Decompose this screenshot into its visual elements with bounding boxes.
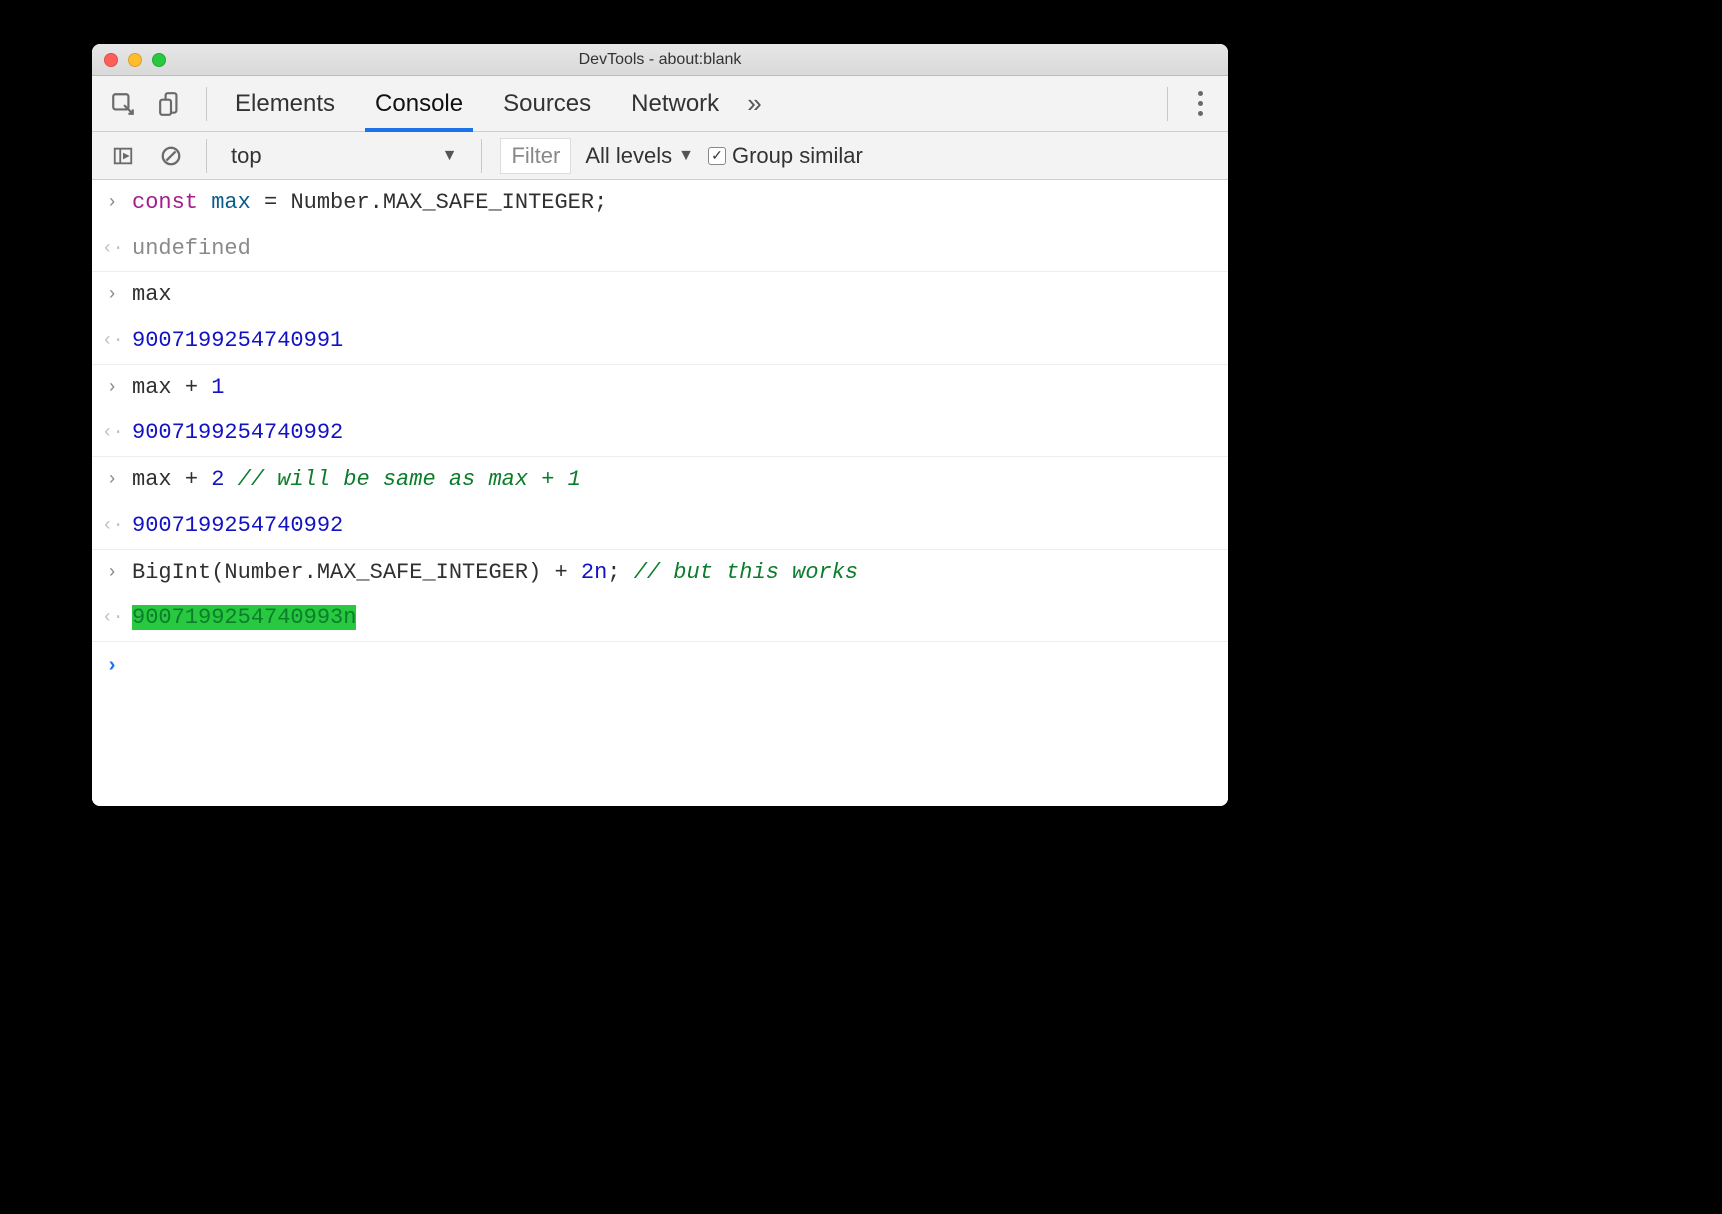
console-prompt[interactable]: › bbox=[92, 642, 1228, 688]
console-input-row: › max + 2 // will be same as max + 1 bbox=[92, 457, 1228, 503]
console-input-row: › const max = Number.MAX_SAFE_INTEGER; bbox=[92, 180, 1228, 226]
input-arrow-icon: › bbox=[102, 558, 122, 585]
output-arrow-icon: ‹· bbox=[102, 511, 122, 538]
input-arrow-icon: › bbox=[102, 188, 122, 215]
input-arrow-icon: › bbox=[102, 280, 122, 307]
group-similar-label: Group similar bbox=[732, 143, 863, 169]
clear-console-icon[interactable] bbox=[154, 139, 188, 173]
close-window-button[interactable] bbox=[104, 53, 118, 67]
console-output-row: ‹· 9007199254740991 bbox=[92, 318, 1228, 365]
settings-menu-icon[interactable] bbox=[1186, 91, 1214, 116]
titlebar: DevTools - about:blank bbox=[92, 44, 1228, 76]
code-content: BigInt(Number.MAX_SAFE_INTEGER) + 2n; //… bbox=[132, 558, 858, 588]
output-arrow-icon: ‹· bbox=[102, 603, 122, 630]
input-arrow-icon: › bbox=[102, 465, 122, 492]
separator bbox=[206, 87, 207, 121]
zoom-window-button[interactable] bbox=[152, 53, 166, 67]
inspect-element-icon[interactable] bbox=[106, 87, 140, 121]
separator bbox=[1167, 87, 1168, 121]
code-content: max + 1 bbox=[132, 373, 224, 403]
prompt-arrow-icon: › bbox=[102, 650, 122, 680]
checkbox-icon: ✓ bbox=[708, 147, 726, 165]
toggle-drawer-icon[interactable] bbox=[106, 139, 140, 173]
code-content: 9007199254740992 bbox=[132, 511, 343, 541]
tab-network[interactable]: Network bbox=[627, 76, 723, 131]
console-output-row: ‹· 9007199254740992 bbox=[92, 503, 1228, 550]
chevron-down-icon: ▼ bbox=[442, 147, 458, 165]
code-content: 9007199254740991 bbox=[132, 326, 343, 356]
filter-input[interactable]: Filter bbox=[500, 138, 571, 174]
console-messages[interactable]: › const max = Number.MAX_SAFE_INTEGER; ‹· u… bbox=[92, 180, 1228, 806]
device-toolbar-icon[interactable] bbox=[154, 87, 188, 121]
console-output-row: ‹· 9007199254740993n bbox=[92, 595, 1228, 642]
output-arrow-icon: ‹· bbox=[102, 234, 122, 261]
context-selector[interactable]: top ▼ bbox=[225, 139, 463, 173]
separator bbox=[206, 139, 207, 173]
output-arrow-icon: ‹· bbox=[102, 326, 122, 353]
separator bbox=[481, 139, 482, 173]
tab-elements[interactable]: Elements bbox=[231, 76, 339, 131]
input-arrow-icon: › bbox=[102, 373, 122, 400]
code-content: max + 2 // will be same as max + 1 bbox=[132, 465, 581, 495]
minimize-window-button[interactable] bbox=[128, 53, 142, 67]
code-content: undefined bbox=[132, 234, 251, 264]
code-content: 9007199254740992 bbox=[132, 418, 343, 448]
console-input-row: › BigInt(Number.MAX_SAFE_INTEGER) + 2n; /… bbox=[92, 550, 1228, 596]
log-levels-label: All levels bbox=[585, 143, 672, 169]
devtools-window: DevTools - about:blank Elements Console So… bbox=[92, 44, 1228, 806]
tab-console[interactable]: Console bbox=[371, 76, 467, 131]
log-levels-selector[interactable]: All levels ▼ bbox=[585, 143, 694, 169]
console-input-row: › max + 1 bbox=[92, 365, 1228, 411]
context-label: top bbox=[231, 143, 262, 169]
traffic-lights bbox=[104, 53, 166, 67]
window-title: DevTools - about:blank bbox=[92, 51, 1228, 69]
code-content: 9007199254740993n bbox=[132, 603, 356, 633]
code-content: max bbox=[132, 280, 172, 310]
tab-sources[interactable]: Sources bbox=[499, 76, 595, 131]
code-content: const max = Number.MAX_SAFE_INTEGER; bbox=[132, 188, 607, 218]
group-similar-toggle[interactable]: ✓ Group similar bbox=[708, 143, 863, 169]
console-output-row: ‹· 9007199254740992 bbox=[92, 410, 1228, 457]
console-toolbar: top ▼ Filter All levels ▼ ✓ Group simila… bbox=[92, 132, 1228, 180]
panel-tabs: Elements Console Sources Network bbox=[231, 76, 723, 131]
console-input-row: › max bbox=[92, 272, 1228, 318]
more-tabs-icon[interactable]: » bbox=[737, 88, 769, 119]
console-output-row: ‹· undefined bbox=[92, 226, 1228, 273]
devtools-toolbar: Elements Console Sources Network » bbox=[92, 76, 1228, 132]
chevron-down-icon: ▼ bbox=[678, 147, 694, 165]
output-arrow-icon: ‹· bbox=[102, 418, 122, 445]
